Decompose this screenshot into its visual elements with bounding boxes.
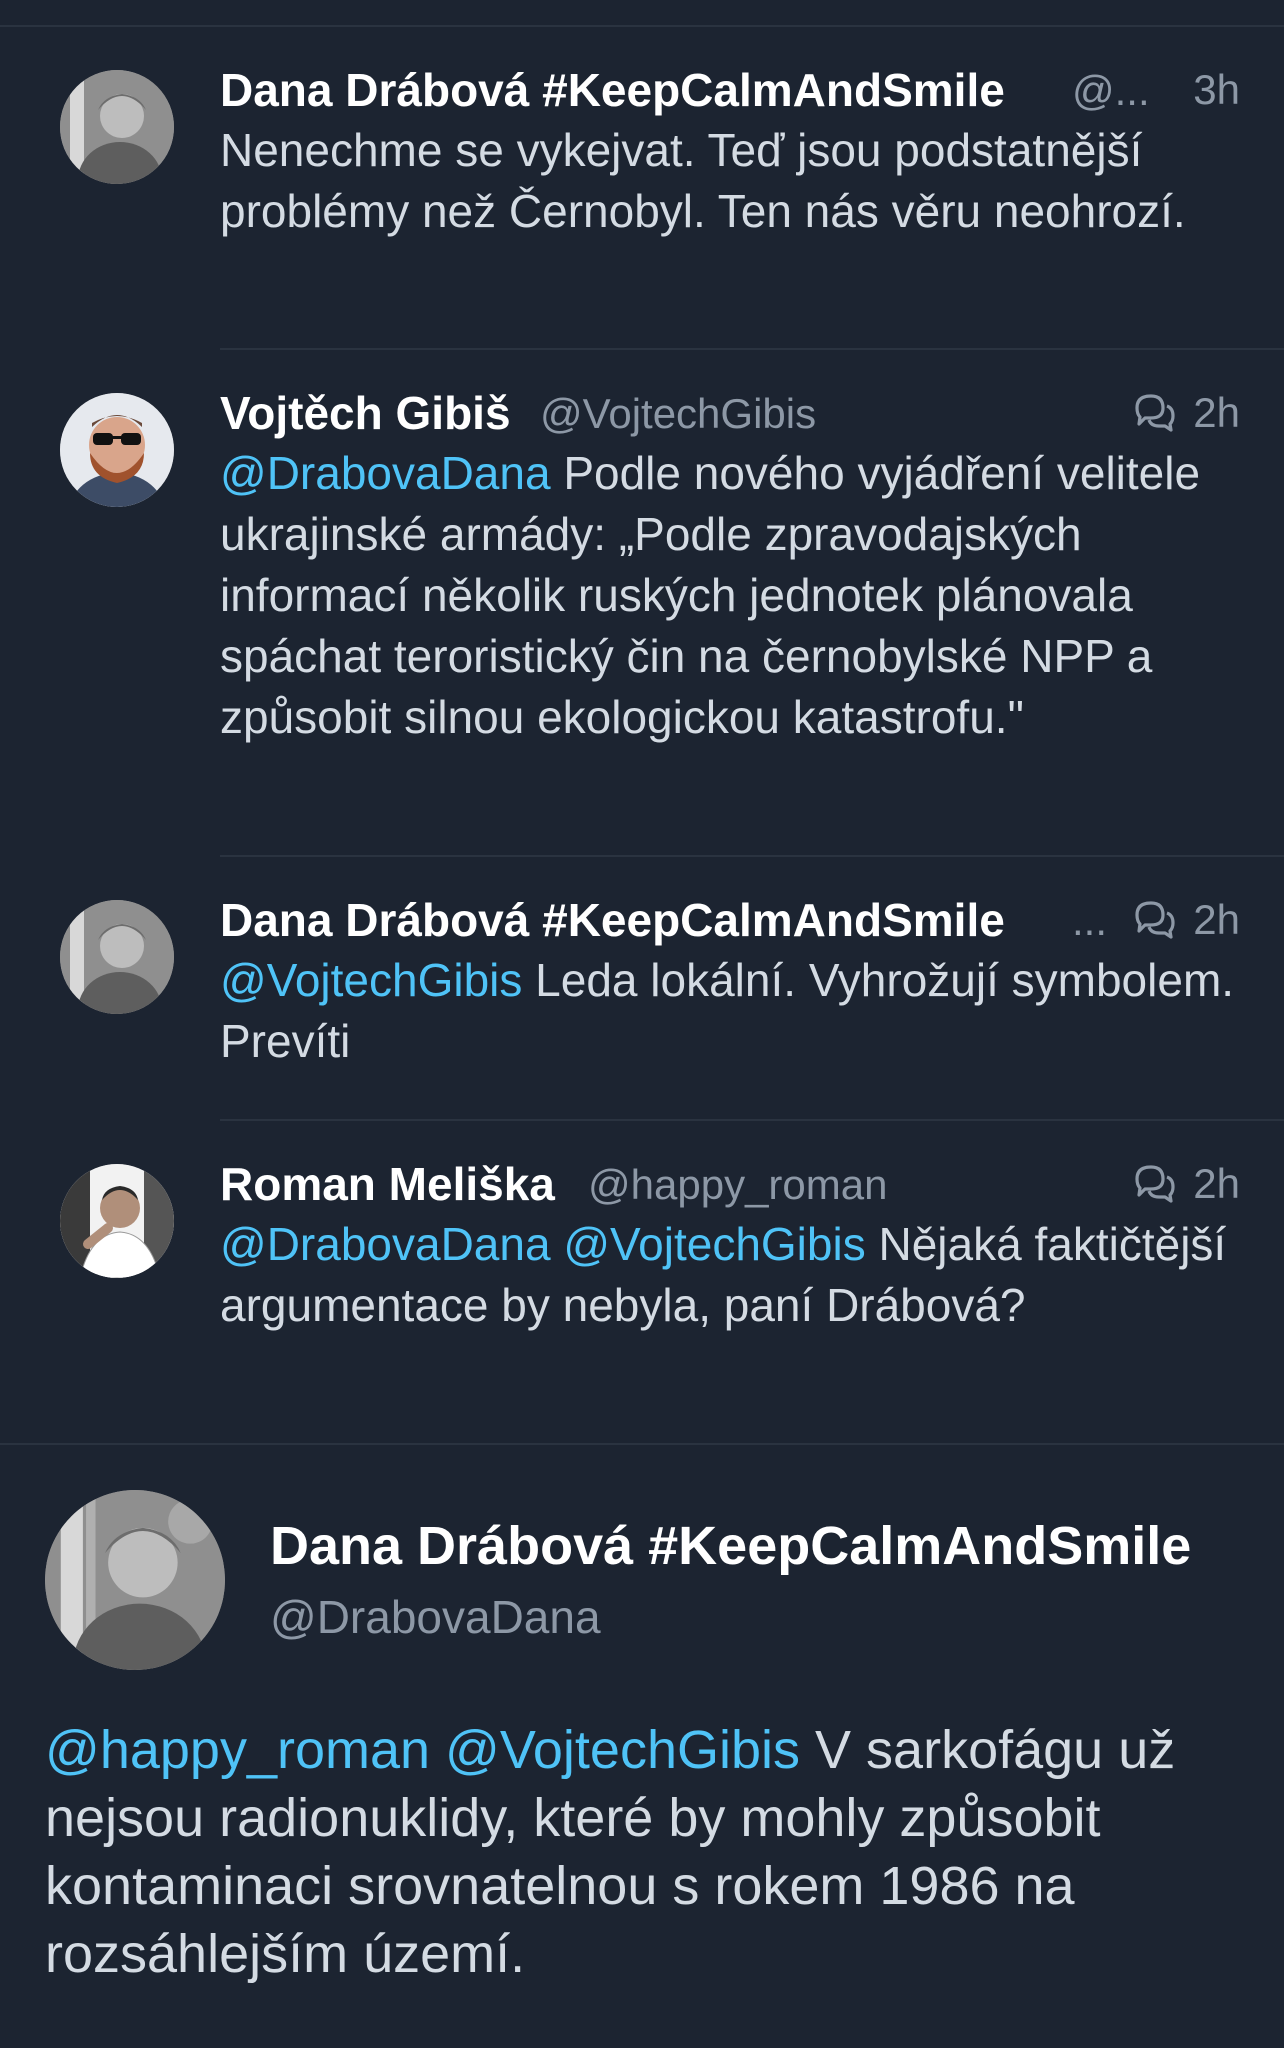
tweet-header: Dana Drábová #KeepCalmAndSmile @... 3h <box>220 60 1240 120</box>
tweet-content: Roman Meliška @happy_roman 2h @DrabovaDa… <box>220 1154 1240 1336</box>
mention-link[interactable]: @VojtechGibis <box>220 954 522 1006</box>
tweet-content: Vojtěch Gibiš @VojtechGibis 2h @DrabovaD… <box>220 383 1240 748</box>
conversation-icon <box>1135 1165 1175 1203</box>
author-name[interactable]: Vojtěch Gibiš <box>220 383 511 443</box>
main-author-name[interactable]: Dana Drábová #KeepCalmAndSmile <box>270 1515 1191 1577</box>
tweet-text: @VojtechGibis Leda lokální. Vyhrožují sy… <box>220 950 1240 1072</box>
conversation-icon <box>1135 901 1175 939</box>
timestamp: 2h <box>1193 1160 1240 1207</box>
top-divider <box>0 25 1284 27</box>
author-name[interactable]: Dana Drábová #KeepCalmAndSmile <box>220 60 1005 120</box>
section-divider <box>0 1443 1284 1445</box>
author-handle[interactable]: ... <box>1072 890 1107 952</box>
tweet-meta: 2h <box>1129 890 1240 950</box>
tweet-content: Dana Drábová #KeepCalmAndSmile ... 2h @V… <box>220 890 1240 1072</box>
tweet-content: Dana Drábová #KeepCalmAndSmile @... 3h N… <box>220 60 1240 242</box>
tweet-header: Roman Meliška @happy_roman 2h <box>220 1154 1240 1214</box>
avatar-photo-icon <box>60 1164 174 1278</box>
avatar[interactable] <box>60 70 174 184</box>
tweet-header: Vojtěch Gibiš @VojtechGibis 2h <box>220 383 1240 443</box>
tweet-header: Dana Drábová #KeepCalmAndSmile ... 2h <box>220 890 1240 950</box>
main-author-handle[interactable]: @DrabovaDana <box>270 1590 601 1644</box>
avatar[interactable] <box>60 393 174 507</box>
main-tweet-text: @happy_roman @VojtechGibis V sarkofágu u… <box>45 1716 1245 1988</box>
tweet-body: Nenechme se vykejvat. Teď jsou podstatně… <box>220 124 1186 237</box>
avatar-photo-icon <box>60 393 174 507</box>
tweet-text: @DrabovaDana @VojtechGibis Nějaká faktič… <box>220 1214 1240 1336</box>
mention-link[interactable]: @DrabovaDana <box>220 447 551 499</box>
mention-link[interactable]: @DrabovaDana @VojtechGibis <box>220 1218 866 1270</box>
author-handle[interactable]: @VojtechGibis <box>540 383 816 445</box>
timestamp: 2h <box>1193 389 1240 436</box>
avatar-photo-icon <box>60 900 174 1014</box>
author-name[interactable]: Roman Meliška <box>220 1154 555 1214</box>
avatar-photo-icon <box>45 1490 225 1670</box>
tweet-text: @DrabovaDana Podle nového vyjádření veli… <box>220 443 1240 748</box>
avatar[interactable] <box>60 1164 174 1278</box>
timestamp: 3h <box>1193 66 1240 113</box>
tweet-text: Nenechme se vykejvat. Teď jsou podstatně… <box>220 120 1240 242</box>
avatar-photo-icon <box>60 70 174 184</box>
author-handle[interactable]: @... <box>1072 60 1150 122</box>
tweet-meta: 3h <box>1193 60 1240 120</box>
main-avatar[interactable] <box>45 1490 225 1670</box>
avatar[interactable] <box>60 900 174 1014</box>
tweet-meta: 2h <box>1129 1154 1240 1214</box>
timestamp: 2h <box>1193 896 1240 943</box>
mention-link[interactable]: @happy_roman @VojtechGibis <box>45 1720 800 1780</box>
tweet-meta: 2h <box>1129 383 1240 443</box>
tweet-divider <box>220 348 1284 350</box>
author-name[interactable]: Dana Drábová #KeepCalmAndSmile <box>220 890 1005 950</box>
tweet-divider <box>220 1119 1284 1121</box>
conversation-icon <box>1135 394 1175 432</box>
author-handle[interactable]: @happy_roman <box>588 1154 887 1216</box>
tweet-divider <box>220 855 1284 857</box>
